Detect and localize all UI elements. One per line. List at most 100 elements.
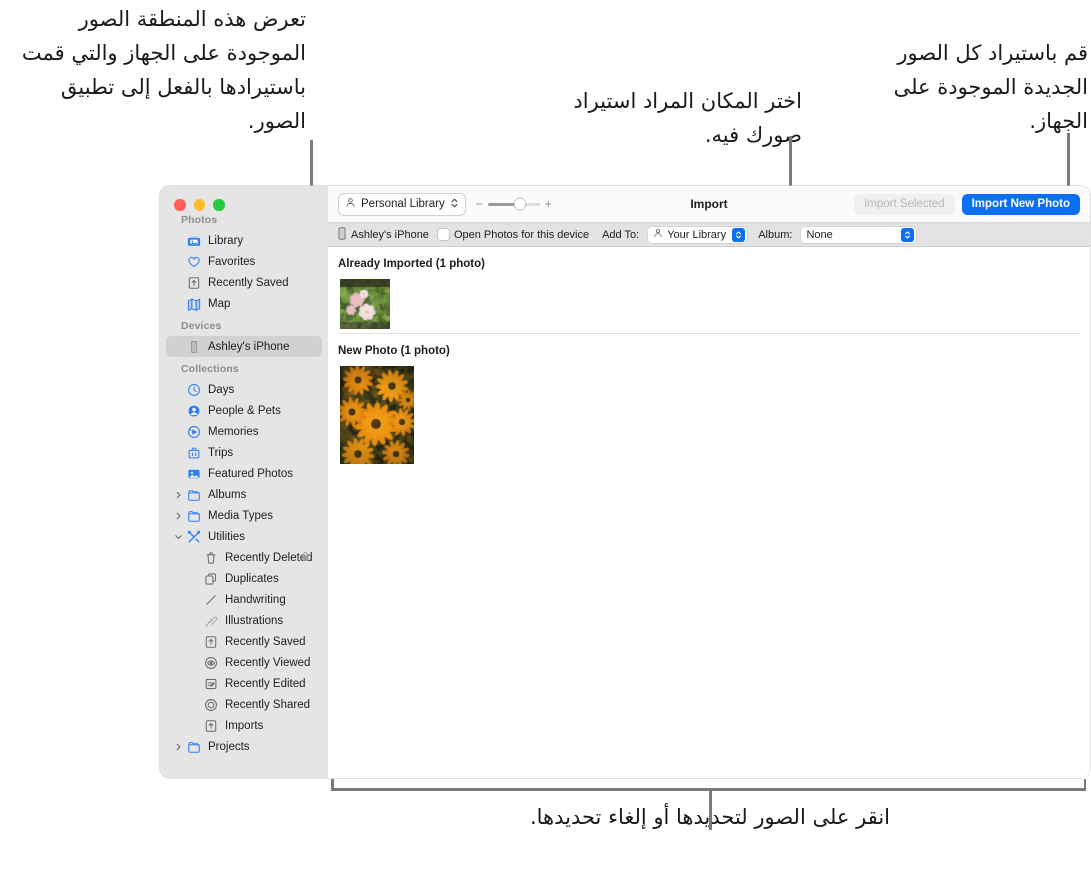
sidebar-section-header-devices: Devices — [181, 320, 222, 332]
sidebar-item-label: Recently Deleted — [225, 551, 313, 564]
sidebar-item-media-types[interactable]: Media Types — [166, 505, 322, 526]
orange-rudbeckia-flowers-thumbnail — [340, 365, 414, 464]
traffic-lights — [160, 186, 328, 211]
save-icon — [187, 276, 201, 290]
sidebar-item-library[interactable]: Library — [166, 230, 322, 251]
add-to-popup-button[interactable]: Your Library — [648, 226, 748, 243]
save-icon — [204, 635, 218, 649]
person-icon — [653, 228, 663, 241]
shared-icon — [204, 698, 218, 712]
trash-icon — [204, 551, 218, 565]
sidebar-item-label: Recently Viewed — [225, 656, 311, 669]
zoom-slider[interactable]: − + — [476, 197, 552, 211]
sidebar-list: Photos Library Favorites Recently Saved Map D… — [160, 208, 328, 757]
handwriting-icon — [204, 593, 218, 607]
sidebar-item-people-pets[interactable]: People & Pets — [166, 400, 322, 421]
sidebar-item-duplicates[interactable]: Duplicates — [166, 568, 322, 589]
minimize-button[interactable] — [193, 199, 205, 211]
sidebar-item-label: Illustrations — [225, 614, 284, 627]
album-popup-button[interactable]: None — [801, 226, 917, 243]
open-photos-checkbox-group[interactable]: Open Photos for this device — [437, 229, 589, 241]
open-photos-checkbox[interactable] — [437, 229, 449, 240]
sidebar-item-imports[interactable]: Imports — [166, 715, 322, 736]
sidebar-item-label: People & Pets — [208, 404, 281, 417]
sidebar-item-label: Projects — [208, 740, 250, 753]
sidebar-item-days[interactable]: Days — [166, 379, 322, 400]
sidebar-item-map[interactable]: Map — [166, 293, 322, 314]
sidebar-item-label: Recently Edited — [225, 677, 306, 690]
chevron-down-icon[interactable] — [174, 532, 183, 541]
memories-icon — [187, 425, 201, 439]
chevron-updown-icon[interactable] — [901, 227, 915, 242]
sidebar-item-label: Trips — [208, 446, 234, 459]
sidebar-item-memories[interactable]: Memories — [166, 421, 322, 442]
pink-flowers-thumbnail — [340, 279, 390, 329]
sidebar-item-label: Duplicates — [225, 572, 279, 585]
sidebar-item-recently-deleted[interactable]: Recently Deleted — [166, 547, 322, 568]
sidebar-item-label: Media Types — [208, 509, 273, 522]
library-popup-button[interactable]: Personal Library — [338, 192, 466, 216]
chevron-right-icon[interactable] — [174, 511, 183, 520]
photo-thumbnail-new[interactable] — [340, 365, 414, 464]
sidebar-section-header-photos: Photos — [181, 214, 218, 226]
import-photo-area[interactable]: Already Imported (1 photo) New Photo (1 … — [328, 247, 1090, 778]
illustrations-icon — [204, 614, 218, 628]
eye-circle-icon — [204, 656, 218, 670]
sidebar-item-label: Albums — [208, 488, 247, 501]
sidebar-item-label: Favorites — [208, 255, 256, 268]
sidebar-item-label: Recently Saved — [225, 635, 306, 648]
tools-icon — [187, 530, 201, 544]
zoom-button[interactable] — [213, 199, 225, 211]
photo-thumbnail-already-imported[interactable] — [340, 279, 390, 329]
map-icon — [187, 297, 201, 311]
sidebar-item-recently-saved[interactable]: Recently Saved — [166, 631, 322, 652]
sidebar-item-illustrations[interactable]: Illustrations — [166, 610, 322, 631]
sidebar-item-albums[interactable]: Albums — [166, 484, 322, 505]
sidebar-item-recently-edited[interactable]: Recently Edited — [166, 673, 322, 694]
sidebar-item-label: Ashley's iPhone — [208, 340, 290, 353]
sidebar-item-trips[interactable]: Trips — [166, 442, 322, 463]
chevron-updown-icon — [450, 197, 459, 212]
sidebar-item-utilities[interactable]: Utilities — [166, 526, 322, 547]
chevron-updown-icon[interactable] — [732, 227, 746, 242]
leader-line-bottom-right-tick — [1083, 779, 1086, 790]
duplicates-icon — [204, 572, 218, 586]
album-label: Album: — [758, 228, 793, 241]
sidebar-item-ashley-s-iphone[interactable]: Ashley's iPhone — [166, 336, 322, 357]
zoom-in-label[interactable]: + — [545, 197, 552, 211]
import-new-photo-button[interactable]: Import New Photo — [961, 193, 1080, 215]
sidebar: Photos Library Favorites Recently Saved Map D… — [160, 186, 328, 778]
sidebar-item-projects[interactable]: Projects — [166, 736, 322, 757]
zoom-out-label[interactable]: − — [476, 197, 483, 211]
zoom-slider-knob[interactable] — [514, 198, 526, 210]
library-popup-label: Personal Library — [361, 198, 445, 210]
heart-icon — [187, 255, 201, 269]
edited-icon — [204, 677, 218, 691]
photo-icon — [187, 467, 201, 481]
chevron-right-icon[interactable] — [174, 742, 183, 751]
import-selected-button[interactable]: Import Selected — [854, 193, 955, 215]
close-button[interactable] — [174, 199, 186, 211]
sidebar-item-recently-shared[interactable]: Recently Shared — [166, 694, 322, 715]
iphone-icon — [187, 340, 201, 354]
sidebar-item-handwriting[interactable]: Handwriting — [166, 589, 322, 610]
import-options-bar: Ashley's iPhone Open Photos for this dev… — [328, 223, 1090, 247]
photos-app-window: Photos Library Favorites Recently Saved Map D… — [160, 186, 1090, 778]
iphone-icon — [338, 226, 346, 243]
sidebar-item-recently-saved[interactable]: Recently Saved — [166, 272, 322, 293]
chevron-right-icon[interactable] — [174, 490, 183, 499]
folder-icon — [187, 509, 201, 523]
zoom-slider-track[interactable] — [487, 198, 540, 210]
sidebar-item-favorites[interactable]: Favorites — [166, 251, 322, 272]
person-icon — [345, 197, 356, 211]
sidebar-item-featured-photos[interactable]: Featured Photos — [166, 463, 322, 484]
window-body: Photos Library Favorites Recently Saved Map D… — [160, 186, 1090, 778]
sidebar-item-recently-viewed[interactable]: Recently Viewed — [166, 652, 322, 673]
thumbnail-row-new-photo — [328, 365, 1090, 464]
sidebar-section-header-collections: Collections — [181, 363, 239, 375]
album-value: None — [806, 228, 833, 241]
sidebar-item-label: Featured Photos — [208, 467, 294, 480]
leader-line-bottom-stem — [709, 788, 712, 830]
sidebar-item-label: Days — [208, 383, 235, 396]
clock-icon — [187, 383, 201, 397]
